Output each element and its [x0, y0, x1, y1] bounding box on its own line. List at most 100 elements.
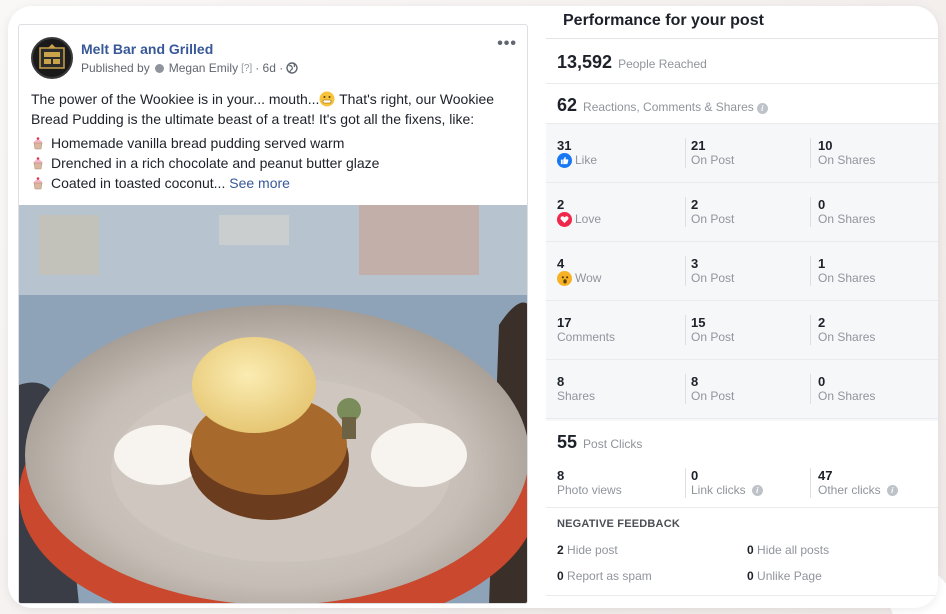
wow-on-shares-label: On Shares [818, 271, 876, 285]
shares-label: Shares [557, 389, 596, 403]
post-clicks-value: 55 [557, 432, 578, 452]
link-clicks-label: Link clicks i [691, 483, 763, 498]
wow-label-text: Wow [575, 271, 602, 285]
love-on-shares-label: On Shares [818, 212, 876, 226]
stat-row-love: 2 Love 2 On Post 0 On Shares [546, 183, 938, 242]
comments-on-post-value: 15 [691, 315, 706, 330]
divider [546, 595, 938, 596]
stat-row-wow: 4 Wow 3 On Post 1 On Shares [546, 242, 938, 301]
comments-label: Comments [557, 330, 616, 344]
like-on-post-label: On Post [691, 153, 735, 167]
globe-icon [286, 62, 298, 74]
engagement-label-text: Reactions, Comments & Shares [583, 100, 754, 114]
like-on-post-value: 21 [691, 138, 706, 153]
info-icon[interactable]: i [886, 485, 898, 496]
wow-on-post-value: 3 [691, 256, 699, 271]
page-logo-icon [39, 44, 65, 69]
shares-on-shares-label: On Shares [818, 389, 876, 403]
post-clicks: 55 Post Clicks [557, 432, 642, 453]
clicks-breakdown: 8 Photo views 0 Link clicks i 47 Other cl… [546, 454, 938, 498]
love-on-post: 2 On Post [685, 197, 734, 227]
comments-on-shares: 2 On Shares [810, 315, 875, 345]
love-label: Love [557, 212, 601, 227]
pudding-emoji-icon [33, 157, 43, 170]
hide-post-value: 2 [557, 543, 564, 557]
other-clicks-value: 47 [818, 468, 833, 483]
love-label-text: Love [575, 212, 602, 226]
link-clicks-label-text: Link clicks [691, 483, 746, 497]
love-total: 2 Love [557, 197, 601, 227]
performance-panel: Performance for your post 13,592 People … [546, 6, 938, 608]
wow-label: Wow [557, 271, 601, 286]
like-label-text: Like [575, 153, 598, 167]
help-marker[interactable]: [?] [241, 63, 252, 74]
like-total: 31 Like [557, 138, 597, 168]
spam-label: Report as spam [567, 569, 652, 583]
love-total-value: 2 [557, 197, 565, 212]
dessert-photo-image [19, 205, 527, 603]
shares-on-post-value: 8 [691, 374, 699, 389]
list-item-text-main: Coated in toasted coconut... [51, 175, 226, 191]
people-reached: 13,592 People Reached [557, 52, 707, 73]
people-reached-label: People Reached [618, 57, 707, 71]
like-on-shares-value: 10 [818, 138, 833, 153]
stat-row-like: 31 Like 21 On Post 10 On Shares [546, 124, 938, 183]
hide-post-stat: 2 Hide post [557, 543, 618, 557]
more-options-icon[interactable]: ••• [497, 35, 517, 53]
page-avatar[interactable] [31, 37, 73, 79]
unlike-label: Unlike Page [757, 569, 822, 583]
divider [546, 83, 938, 84]
see-more-link[interactable]: See more [229, 175, 290, 191]
like-icon [557, 153, 572, 168]
stat-row-comments: 17 Comments 15 On Post 2 On Shares [546, 301, 938, 360]
comments-total-value: 17 [557, 315, 572, 330]
author-badge-icon [154, 63, 164, 73]
stat-row-shares: 8 Shares 8 On Post 0 On Shares [546, 360, 938, 419]
negative-feedback-title: NEGATIVE FEEDBACK [557, 518, 680, 530]
engagement-label: Reactions, Comments & Shares i [583, 100, 768, 114]
love-on-shares-value: 0 [818, 197, 826, 212]
wow-on-shares: 1 On Shares [810, 256, 875, 286]
link-clicks-value: 0 [691, 468, 699, 483]
list-item: Coated in toasted coconut... See more [31, 173, 521, 193]
info-icon[interactable]: i [751, 485, 763, 496]
like-on-shares-label: On Shares [818, 153, 876, 167]
hide-all-value: 0 [747, 543, 754, 557]
post-photo[interactable] [19, 205, 527, 603]
wow-on-post-label: On Post [691, 271, 735, 285]
post-time[interactable]: · 6d · [255, 61, 283, 75]
pudding-emoji-icon [33, 177, 43, 190]
other-clicks-label: Other clicks i [818, 483, 898, 498]
post-clicks-label: Post Clicks [583, 437, 643, 451]
grimace-emoji-icon [319, 91, 335, 107]
people-reached-value: 13,592 [557, 52, 613, 72]
byline-prefix: Published by [81, 61, 150, 75]
love-on-post-label: On Post [691, 212, 735, 226]
list-item: Drenched in a rich chocolate and peanut … [31, 153, 521, 173]
comments-on-post-label: On Post [691, 330, 735, 344]
shares-total: 8 Shares [557, 374, 595, 404]
love-icon [557, 212, 572, 227]
list-item-text: Coated in toasted coconut... See more [51, 173, 290, 193]
page-name-link[interactable]: Melt Bar and Grilled [81, 41, 213, 57]
info-icon[interactable]: i [756, 103, 768, 114]
photo-views: 8 Photo views [557, 468, 622, 498]
like-label: Like [557, 153, 597, 168]
like-on-shares: 10 On Shares [810, 138, 875, 168]
post-header: Melt Bar and Grilled Published by Megan … [19, 25, 527, 85]
comments-on-shares-label: On Shares [818, 330, 876, 344]
shares-on-post: 8 On Post [685, 374, 734, 404]
spam-stat: 0 Report as spam [557, 569, 652, 583]
reaction-breakdown: 31 Like 21 On Post 10 On Shares 2 Love 2… [546, 124, 938, 421]
engagement-value: 62 [557, 95, 578, 115]
author-name[interactable]: Megan Emily [169, 61, 238, 75]
post-byline: Published by Megan Emily [?] · 6d · [81, 61, 298, 75]
unlike-stat: 0 Unlike Page [747, 569, 822, 583]
post-intro-line: The power of the Wookiee is in your... m… [31, 91, 320, 107]
shares-on-shares: 0 On Shares [810, 374, 875, 404]
link-clicks: 0 Link clicks i [685, 468, 763, 498]
post-intro: The power of the Wookiee is in your... m… [31, 89, 521, 129]
wow-on-shares-value: 1 [818, 256, 826, 271]
shares-on-post-label: On Post [691, 389, 735, 403]
list-item-text: Drenched in a rich chocolate and peanut … [51, 155, 380, 171]
